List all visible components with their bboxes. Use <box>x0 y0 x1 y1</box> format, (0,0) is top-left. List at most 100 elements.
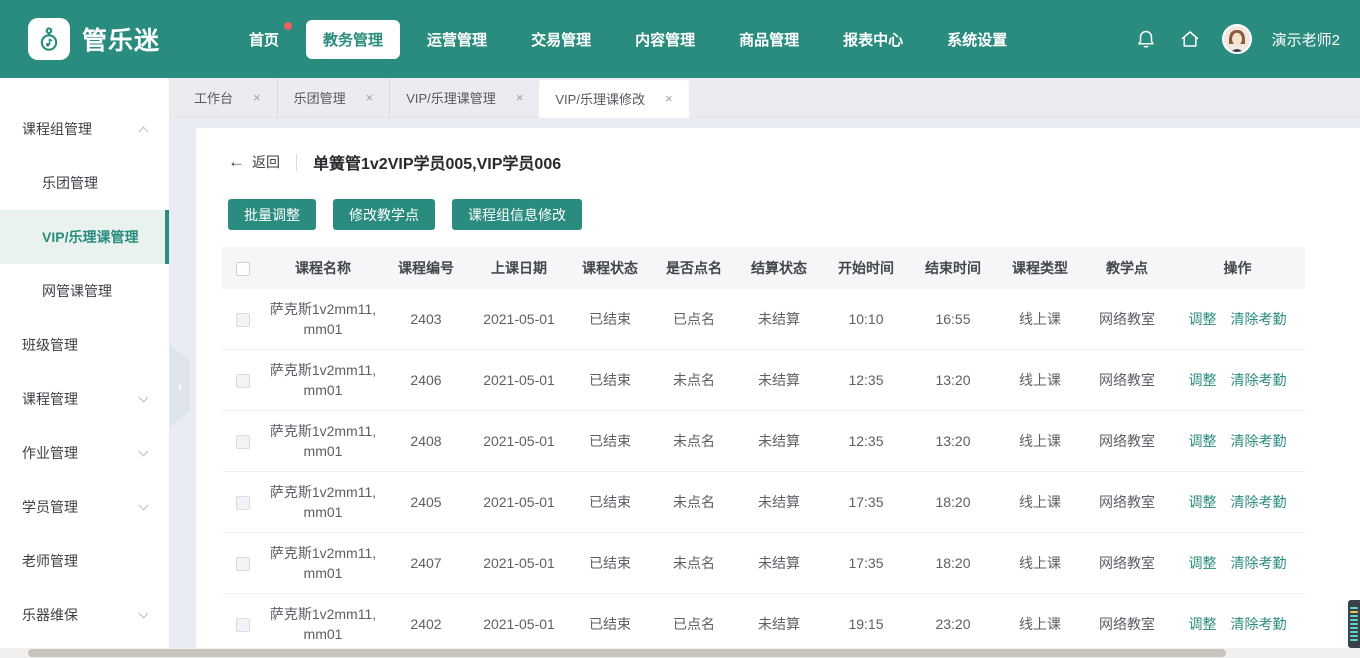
row-checkbox[interactable] <box>236 435 250 449</box>
tab-orchestra[interactable]: 乐团管理 × <box>278 78 391 118</box>
cell-course-status: 已结束 <box>568 431 652 451</box>
sidebar-item-teachers[interactable]: 老师管理 <box>0 534 169 588</box>
notification-dot <box>284 22 292 30</box>
col-end-time: 结束时间 <box>910 258 996 278</box>
batch-adjust-button[interactable]: 批量调整 <box>228 199 316 230</box>
cell-settlement: 未结算 <box>736 553 822 573</box>
sidebar-item-vip-theory[interactable]: VIP/乐理课管理 <box>0 210 169 264</box>
cell-settlement: 未结算 <box>736 492 822 512</box>
cell-course-status: 已结束 <box>568 553 652 573</box>
adjust-link[interactable]: 调整 <box>1189 431 1217 451</box>
row-checkbox[interactable] <box>236 618 250 632</box>
chevron-down-icon <box>139 609 149 619</box>
col-teaching-site: 教学点 <box>1084 258 1170 278</box>
nav-item-content[interactable]: 内容管理 <box>618 20 712 59</box>
clear-attendance-link[interactable]: 清除考勤 <box>1231 614 1287 634</box>
tab-label: VIP/乐理课管理 <box>406 88 496 107</box>
close-icon[interactable]: × <box>665 91 673 106</box>
sidebar-item-label: 学员管理 <box>22 497 78 517</box>
row-checkbox[interactable] <box>236 496 250 510</box>
nav-item-settings[interactable]: 系统设置 <box>930 20 1024 59</box>
cell-settlement: 未结算 <box>736 309 822 329</box>
cell-teaching-site: 网络教室 <box>1084 492 1170 512</box>
clear-attendance-link[interactable]: 清除考勤 <box>1231 370 1287 390</box>
close-icon[interactable]: × <box>516 90 524 105</box>
sidebar-item-instrument-maintenance[interactable]: 乐器维保 <box>0 588 169 642</box>
cell-course-name: 萨克斯1v2mm11,mm01 <box>264 360 382 401</box>
app-window: 管乐迷 首页 教务管理 运营管理 交易管理 内容管理 商品管理 报表中心 系统设… <box>0 0 1360 658</box>
select-all-checkbox[interactable] <box>236 262 250 276</box>
sidebar-item-students[interactable]: 学员管理 <box>0 480 169 534</box>
nav-item-academic[interactable]: 教务管理 <box>306 20 400 59</box>
horizontal-scrollbar <box>0 648 1360 658</box>
cell-settlement: 未结算 <box>736 614 822 634</box>
content-area: ← 返回 单簧管1v2VIP学员005,VIP学员006 批量调整 修改教学点 … <box>170 118 1360 658</box>
cell-course-code: 2406 <box>382 370 470 390</box>
adjust-link[interactable]: 调整 <box>1189 614 1217 634</box>
cell-start-time: 10:10 <box>822 309 910 329</box>
clear-attendance-link[interactable]: 清除考勤 <box>1231 431 1287 451</box>
col-rollcall: 是否点名 <box>652 258 736 278</box>
close-icon[interactable]: × <box>253 90 261 105</box>
cell-rollcall: 已点名 <box>652 309 736 329</box>
adjust-link[interactable]: 调整 <box>1189 370 1217 390</box>
row-checkbox[interactable] <box>236 313 250 327</box>
main-nav: 首页 教务管理 运营管理 交易管理 内容管理 商品管理 报表中心 系统设置 <box>232 20 1024 59</box>
user-name[interactable]: 演示老师2 <box>1272 29 1340 50</box>
sidebar-item-label: 作业管理 <box>22 443 78 463</box>
layout: 课程组管理 乐团管理 VIP/乐理课管理 网管课管理 班级管理 课程管理 作业管… <box>0 78 1360 658</box>
col-class-date: 上课日期 <box>470 258 568 278</box>
nav-item-home[interactable]: 首页 <box>232 20 296 59</box>
edit-course-group-info-button[interactable]: 课程组信息修改 <box>452 199 582 230</box>
clear-attendance-link[interactable]: 清除考勤 <box>1231 553 1287 573</box>
row-checkbox[interactable] <box>236 557 250 571</box>
brand-name: 管乐迷 <box>82 21 160 57</box>
user-avatar[interactable] <box>1222 24 1252 54</box>
sidebar-item-online-admin[interactable]: 网管课管理 <box>0 264 169 318</box>
clear-attendance-link[interactable]: 清除考勤 <box>1231 309 1287 329</box>
sidebar-item-classes[interactable]: 班级管理 <box>0 318 169 372</box>
adjust-link[interactable]: 调整 <box>1189 309 1217 329</box>
tab-vip-theory-admin[interactable]: VIP/乐理课管理 × <box>390 78 539 118</box>
bell-icon[interactable] <box>1134 27 1158 51</box>
nav-item-products[interactable]: 商品管理 <box>722 20 816 59</box>
back-button[interactable]: 返回 <box>252 152 280 172</box>
sidebar-item-course-groups[interactable]: 课程组管理 <box>0 102 169 156</box>
clear-attendance-link[interactable]: 清除考勤 <box>1231 492 1287 512</box>
adjust-link[interactable]: 调整 <box>1189 492 1217 512</box>
cell-course-name: 萨克斯1v2mm11,mm01 <box>264 482 382 523</box>
chevron-down-icon <box>139 393 149 403</box>
change-teaching-site-button[interactable]: 修改教学点 <box>333 199 435 230</box>
toolbar: 批量调整 修改教学点 课程组信息修改 <box>222 199 1305 230</box>
back-arrow-icon[interactable]: ← <box>228 152 245 172</box>
tab-label: VIP/乐理课修改 <box>555 89 645 108</box>
brand-logo[interactable]: 管乐迷 <box>28 18 160 60</box>
nav-item-reports[interactable]: 报表中心 <box>826 20 920 59</box>
col-course-status: 课程状态 <box>568 258 652 278</box>
sidebar-item-courses[interactable]: 课程管理 <box>0 372 169 426</box>
tab-vip-theory-edit[interactable]: VIP/乐理课修改 × <box>539 80 688 118</box>
cell-course-type: 线上课 <box>996 614 1084 634</box>
nav-item-transactions[interactable]: 交易管理 <box>514 20 608 59</box>
sidebar-item-orchestra[interactable]: 乐团管理 <box>0 156 169 210</box>
navbar-right: 演示老师2 <box>1134 24 1340 54</box>
sidebar-item-homework[interactable]: 作业管理 <box>0 426 169 480</box>
adjust-link[interactable]: 调整 <box>1189 553 1217 573</box>
horizontal-scrollbar-thumb[interactable] <box>28 649 1226 657</box>
nav-item-operations[interactable]: 运营管理 <box>410 20 504 59</box>
home-icon[interactable] <box>1178 27 1202 51</box>
course-table: 课程名称 课程编号 上课日期 课程状态 是否点名 结算状态 开始时间 结束时间 … <box>222 247 1305 655</box>
row-checkbox[interactable] <box>236 374 250 388</box>
sidebar-item-label: 乐器维保 <box>22 605 78 625</box>
table-body: 萨克斯1v2mm11,mm01 2403 2021-05-01 已结束 已点名 … <box>222 289 1305 655</box>
sidebar-item-label: 课程管理 <box>22 389 78 409</box>
cell-rollcall: 未点名 <box>652 553 736 573</box>
col-course-name: 课程名称 <box>264 258 382 278</box>
top-navbar: 管乐迷 首页 教务管理 运营管理 交易管理 内容管理 商品管理 报表中心 系统设… <box>0 0 1360 78</box>
cell-course-status: 已结束 <box>568 370 652 390</box>
tab-workbench[interactable]: 工作台 × <box>178 78 278 118</box>
close-icon[interactable]: × <box>366 90 374 105</box>
cell-course-name: 萨克斯1v2mm11,mm01 <box>264 421 382 462</box>
cell-class-date: 2021-05-01 <box>470 492 568 512</box>
tab-bar: 工作台 × 乐团管理 × VIP/乐理课管理 × VIP/乐理课修改 × <box>170 78 1360 118</box>
